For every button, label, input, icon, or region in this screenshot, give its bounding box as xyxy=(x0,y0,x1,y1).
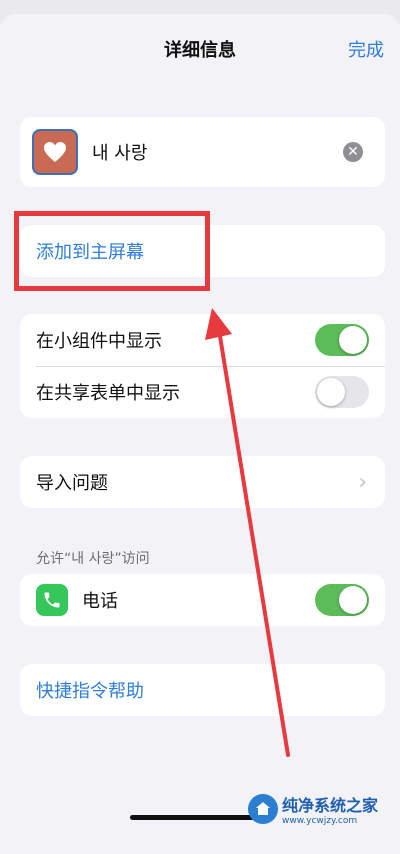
watermark-url: www.ycwjzy.com xyxy=(282,815,358,826)
site-watermark: 纯净系统之家 www.ycwjzy.com xyxy=(248,788,400,829)
annotation-arrow xyxy=(205,308,290,757)
house-icon xyxy=(256,801,270,815)
watermark-logo-icon xyxy=(248,793,278,824)
watermark-title: 纯净系统之家 xyxy=(282,795,379,815)
